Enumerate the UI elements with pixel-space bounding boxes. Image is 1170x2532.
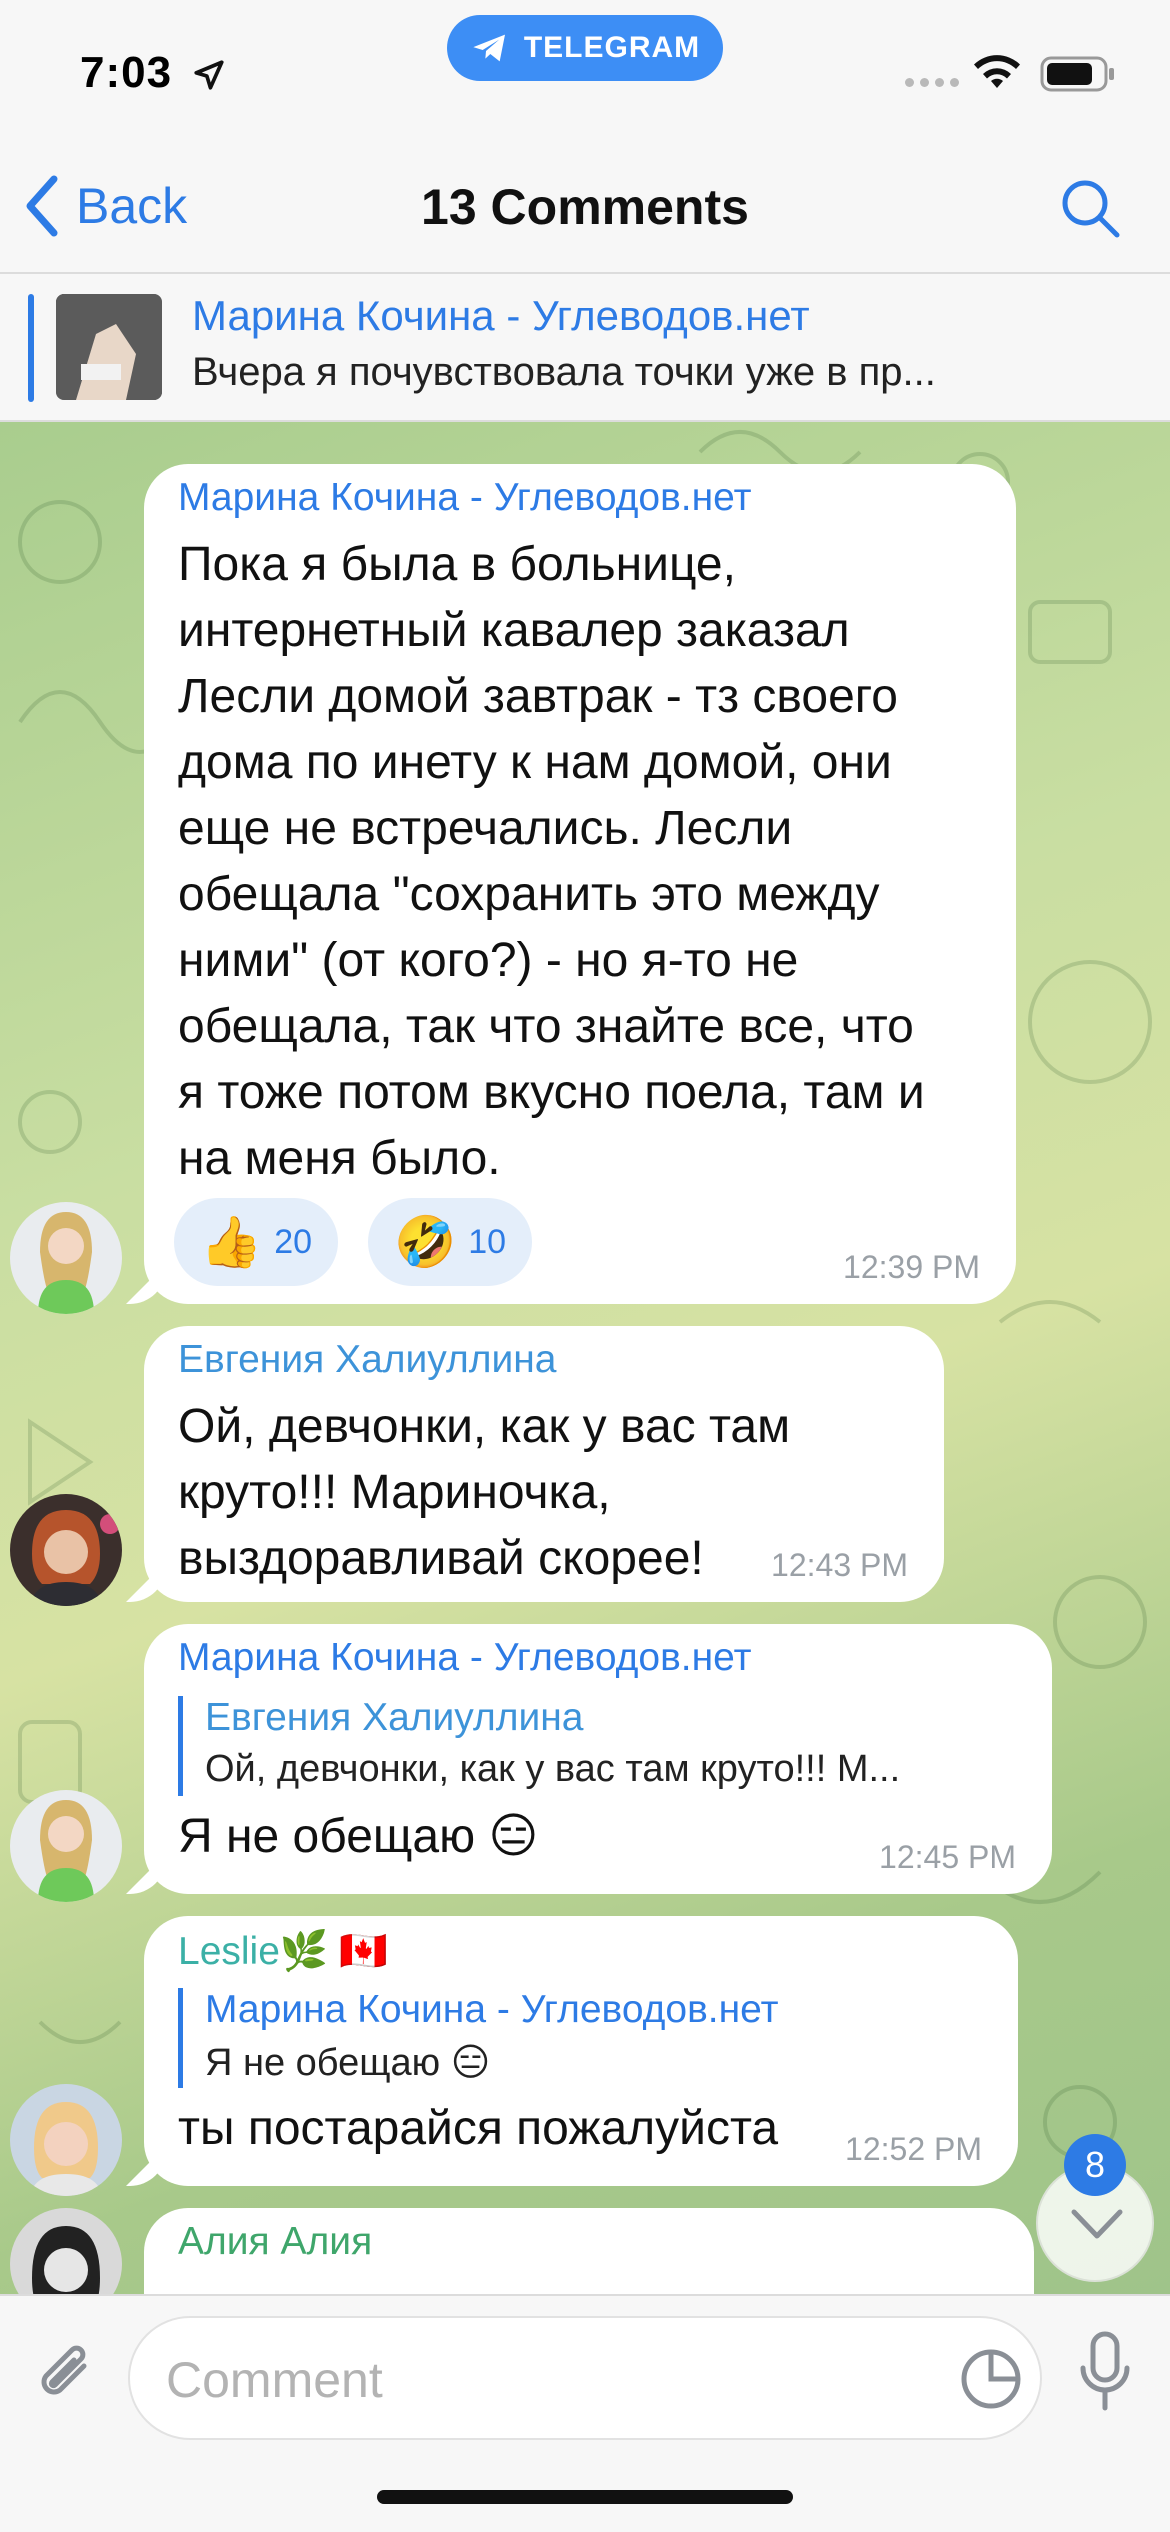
message-time: 12:43 PM — [771, 1547, 908, 1583]
avatar[interactable] — [10, 1202, 122, 1314]
message-bubble[interactable]: Марина Кочина - Углеводов.нет Евгения Ха… — [144, 1624, 1052, 1894]
reply-text: Ой, девчонки, как у вас там круто!!! М..… — [205, 1748, 901, 1790]
pinned-text: Вчера я почувствовала точки уже в пр... — [192, 350, 936, 394]
reaction-count: 10 — [468, 1222, 507, 1261]
status-time: 7:03 — [80, 48, 173, 97]
app-pill-label: TELEGRAM — [523, 31, 701, 64]
sticker-icon[interactable] — [958, 2346, 1024, 2412]
search-icon[interactable] — [1058, 176, 1122, 240]
microphone-icon[interactable] — [1078, 2330, 1132, 2414]
pinned-accent-bar — [28, 294, 34, 402]
status-bar: 7:03 TELEGRAM — [0, 0, 1170, 140]
thumbs-up-icon: 👍 — [200, 1214, 263, 1270]
cellular-signal-icon — [905, 78, 959, 87]
message-author[interactable]: Марина Кочина - Углеводов.нет — [178, 476, 751, 520]
unread-count-badge: 8 — [1064, 2134, 1126, 2196]
message-text: Я не обещаю 😑 — [178, 1810, 539, 1863]
message-bubble[interactable]: Евгения Халиуллина Ой, девчонки, как у в… — [144, 1326, 944, 1602]
reply-quote[interactable]: Евгения Халиуллина Ой, девчонки, как у в… — [178, 1696, 1018, 1796]
chat-area[interactable]: Марина Кочина - Углеводов.нет Пока я был… — [0, 422, 1170, 2294]
avatar[interactable] — [10, 1790, 122, 1902]
message-text: Пока я была в больнице, интернетный кава… — [178, 538, 925, 1185]
battery-icon — [1040, 56, 1114, 92]
pinned-thumbnail — [56, 294, 162, 400]
telegram-app-pill[interactable]: TELEGRAM — [447, 15, 723, 81]
composer-bar — [0, 2294, 1170, 2532]
telegram-plane-icon — [473, 34, 505, 62]
message-time: 12:52 PM — [845, 2131, 982, 2167]
message-text: ты постарайся пожалуйста — [178, 2102, 779, 2155]
pinned-post[interactable]: Марина Кочина - Углеводов.нет Вчера я по… — [0, 274, 1170, 422]
page-title: 13 Comments — [421, 179, 749, 235]
reaction-count: 20 — [274, 1222, 313, 1261]
message-author[interactable]: Евгения Халиуллина — [178, 1338, 556, 1382]
message-bubble[interactable]: Марина Кочина - Углеводов.нет Пока я был… — [144, 464, 1016, 1304]
message-time: 12:45 PM — [879, 1839, 1016, 1875]
reply-author: Евгения Халиуллина — [205, 1696, 584, 1739]
home-indicator[interactable] — [377, 2490, 793, 2504]
message-bubble[interactable]: Leslie🌿 🇨🇦 Марина Кочина - Углеводов.нет… — [144, 1916, 1018, 2186]
reply-text: Я не обещаю 😑 — [205, 2042, 491, 2084]
reply-quote[interactable]: Марина Кочина - Углеводов.нет Я не обеща… — [178, 1988, 978, 2088]
comment-field[interactable] — [128, 2316, 1042, 2440]
pinned-title: Марина Кочина - Углеводов.нет — [192, 292, 810, 339]
reaction-rofl[interactable]: 🤣 10 — [368, 1198, 533, 1286]
paperclip-icon[interactable] — [28, 2336, 104, 2412]
message-author[interactable]: Leslie🌿 🇨🇦 — [178, 1928, 388, 1974]
wifi-icon — [974, 55, 1020, 88]
reaction-thumbs-up[interactable]: 👍 20 — [174, 1198, 339, 1286]
message-time: 12:39 PM — [843, 1249, 980, 1285]
rofl-icon: 🤣 — [394, 1214, 457, 1270]
message-bubble[interactable]: Алия Алия — [144, 2208, 1034, 2294]
location-arrow-icon — [194, 60, 224, 90]
navigation-bar: Back 13 Comments — [0, 140, 1170, 274]
avatar[interactable] — [10, 2084, 122, 2196]
message-author[interactable]: Марина Кочина - Углеводов.нет — [178, 1636, 751, 1680]
chevron-down-icon — [1071, 2209, 1123, 2239]
avatar[interactable] — [10, 1494, 122, 1606]
message-author[interactable]: Алия Алия — [178, 2220, 372, 2264]
reply-author: Марина Кочина - Углеводов.нет — [205, 1988, 779, 2031]
comment-input[interactable] — [166, 2342, 926, 2418]
